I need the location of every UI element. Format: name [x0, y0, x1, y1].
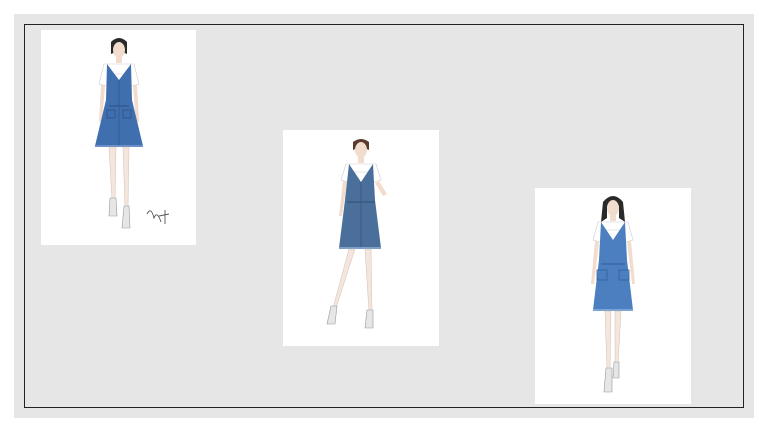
- fashion-sketch-3: [535, 188, 691, 404]
- fashion-sketch-2: [283, 130, 439, 346]
- signature-mark: [146, 210, 170, 224]
- fashion-figure-2-image: [326, 139, 387, 329]
- fashion-figure-1-image: [95, 38, 170, 229]
- fashion-sketch-1: [41, 30, 196, 245]
- fashion-figure-3-image: [591, 196, 635, 393]
